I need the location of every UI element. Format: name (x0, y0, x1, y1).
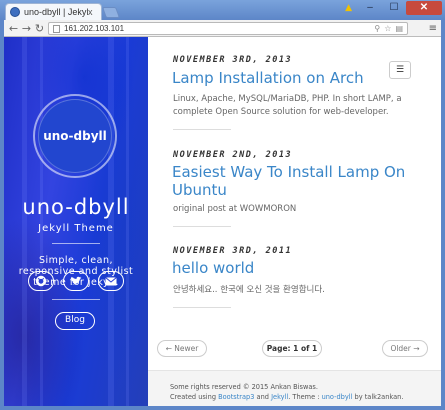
main-content: ☰ NOVEMBER 3RD, 2013 Lamp Installation o… (148, 37, 441, 406)
github-link[interactable] (28, 271, 54, 291)
post-date: NOVEMBER 2ND, 2013 (173, 150, 293, 160)
forward-icon[interactable]: → (20, 22, 33, 35)
search-icon[interactable]: ⚲ (374, 24, 380, 33)
credits-and: and (254, 393, 272, 401)
site-subtitle: Jekyll Theme (38, 223, 114, 234)
new-tab-button[interactable] (101, 7, 121, 18)
url-text[interactable]: 161.202.103.101 (64, 24, 374, 33)
cover-streak (126, 37, 129, 406)
post-divider (173, 226, 231, 227)
window-controls: ▲ – ☐ ✕ (345, 1, 442, 15)
older-posts-button[interactable]: Older → (382, 340, 428, 357)
title-bar: uno-dbyll | Jekyll Them x ▲ – ☐ ✕ (0, 0, 445, 20)
post-title-link[interactable]: Easiest Way To Install Lamp On Ubuntu (172, 163, 422, 199)
address-bar[interactable]: 161.202.103.101 ⚲ ☆ ▤ (48, 22, 408, 35)
post-excerpt: 안녕하세요.. 한국에 오신 것을 환영합니다. (173, 285, 325, 295)
footer: Some rights reserved © 2015 Ankan Biswas… (148, 370, 441, 406)
cover-streak (22, 37, 27, 406)
twitter-link[interactable] (63, 271, 89, 291)
credits-theme-label: . Theme : (288, 393, 322, 401)
cover-streak (108, 37, 114, 406)
post-date: NOVEMBER 3RD, 2011 (173, 246, 293, 256)
maximize-button[interactable]: ☐ (382, 1, 406, 15)
mail-icon (105, 276, 117, 285)
post-excerpt: original post at WOWMORON (173, 204, 297, 214)
close-window-button[interactable]: ✕ (406, 1, 442, 15)
avatar-text: uno-dbyll (43, 129, 107, 143)
favicon-icon (10, 7, 20, 17)
twitter-icon (71, 276, 82, 285)
sidebar-cover: uno-dbyll uno-dbyll Jekyll Theme Simple,… (4, 37, 148, 406)
newer-posts-button[interactable]: ← Newer (157, 340, 207, 357)
divider (52, 243, 100, 244)
post-excerpt: Linux, Apache, MySQL/MariaDB, PHP. In sh… (173, 94, 402, 117)
email-link[interactable] (98, 271, 124, 291)
site-title: uno-dbyll (22, 195, 130, 219)
page-viewport: uno-dbyll uno-dbyll Jekyll Theme Simple,… (4, 37, 441, 406)
post-date: NOVEMBER 3RD, 2013 (173, 55, 293, 65)
browser-toolbar: ← → ↻ 161.202.103.101 ⚲ ☆ ▤ ≡ (4, 20, 441, 37)
extension-icon[interactable]: ▤ (395, 24, 403, 33)
page-indicator: Page: 1 of 1 (262, 340, 322, 357)
warning-icon[interactable]: ▲ (345, 3, 352, 13)
post-title-link[interactable]: hello world (172, 259, 254, 277)
github-icon (35, 275, 47, 287)
avatar-ring: uno-dbyll (33, 94, 117, 178)
browser-tab[interactable]: uno-dbyll | Jekyll Them x (5, 3, 102, 20)
credits-prefix: Created using (170, 393, 219, 401)
bootstrap-link[interactable]: Bootstrap3 (218, 393, 254, 401)
hamburger-menu-button[interactable]: ☰ (389, 61, 411, 79)
browser-menu-icon[interactable]: ≡ (429, 23, 437, 34)
avatar[interactable]: uno-dbyll (38, 99, 112, 173)
reload-icon[interactable]: ↻ (33, 22, 46, 35)
page-icon (53, 24, 60, 33)
minimize-button[interactable]: – (358, 1, 382, 15)
credits-line: Created using Bootstrap3 and Jekyll. The… (170, 392, 441, 402)
bookmark-star-icon[interactable]: ☆ (384, 24, 391, 33)
credits-by: by talk2ankan. (352, 393, 404, 401)
back-icon[interactable]: ← (7, 22, 20, 35)
tab-close-button[interactable]: x (88, 7, 98, 17)
theme-link[interactable]: uno-dbyll (322, 393, 353, 401)
browser-window: uno-dbyll | Jekyll Them x ▲ – ☐ ✕ ← → ↻ … (0, 0, 445, 410)
post-divider (173, 307, 231, 308)
jekyll-link[interactable]: Jekyll (271, 393, 288, 401)
social-links (28, 271, 124, 291)
divider (52, 299, 100, 300)
cover-streak (40, 37, 43, 406)
menu-icon: ☰ (395, 65, 405, 75)
post-divider (173, 129, 231, 130)
copyright-text: Some rights reserved © 2015 Ankan Biswas… (170, 383, 318, 391)
tab-title: uno-dbyll | Jekyll Them (24, 7, 88, 17)
post-title-link[interactable]: Lamp Installation on Arch (172, 69, 364, 87)
blog-button[interactable]: Blog (55, 312, 95, 330)
